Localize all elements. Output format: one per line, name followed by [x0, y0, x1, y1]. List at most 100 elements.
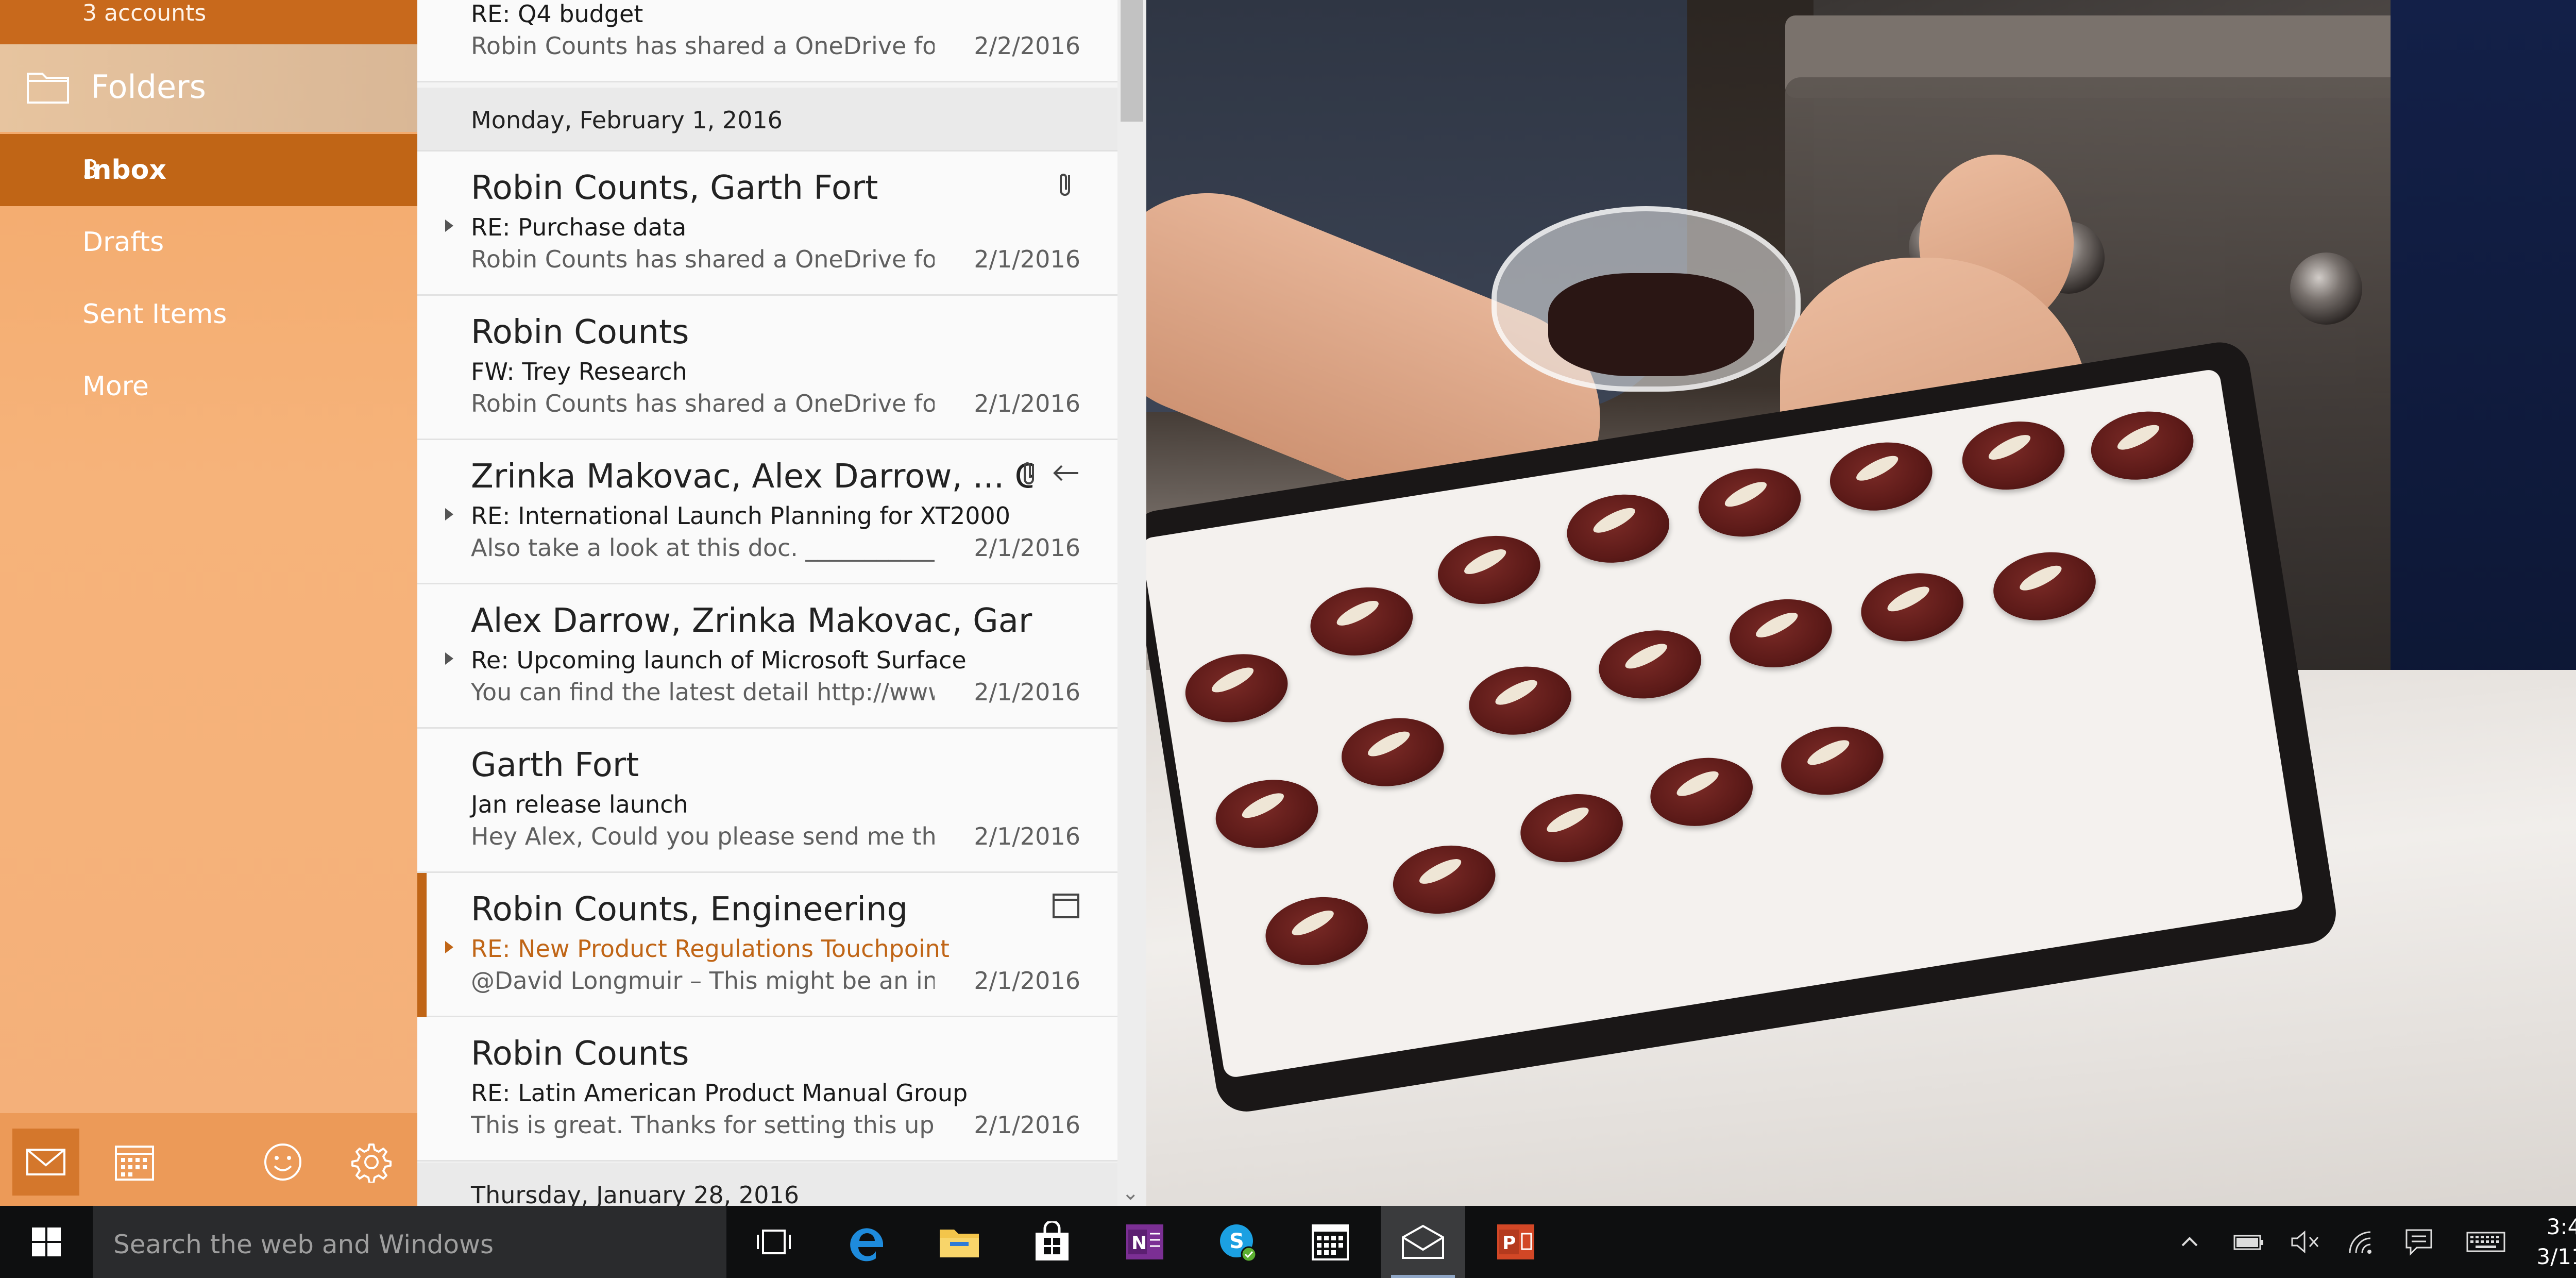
action-center-button[interactable]	[2396, 1206, 2442, 1278]
action-center-icon	[2405, 1229, 2432, 1256]
message-preview: Robin Counts has shared a OneDrive for B…	[471, 32, 935, 60]
show-hidden-icons-button[interactable]	[2169, 1206, 2210, 1278]
settings-button[interactable]	[338, 1129, 405, 1196]
nav-item-drafts[interactable]: Drafts	[0, 206, 417, 278]
chocolate-disc	[1260, 890, 1373, 972]
folder-icon	[27, 73, 69, 104]
stove-knob	[2290, 253, 2362, 325]
message-subject: RE: Purchase data	[471, 213, 687, 241]
date-group-header: Thursday, January 28, 2016	[417, 1163, 1117, 1206]
selection-indicator	[417, 873, 427, 1017]
folders-button[interactable]: Folders	[0, 44, 417, 132]
expand-thread-icon[interactable]	[445, 941, 453, 953]
chocolate-disc	[1388, 838, 1501, 921]
nav-item-sent-items[interactable]: Sent Items	[0, 278, 417, 350]
network-button[interactable]	[2339, 1206, 2385, 1278]
calendar-icon	[115, 1146, 154, 1181]
scrollbar[interactable]: ⌄	[1117, 0, 1146, 1206]
message-item[interactable]: Alex Darrow, Zrinka Makovac, Gar Re: Upc…	[417, 584, 1117, 729]
task-view-button[interactable]	[732, 1206, 816, 1278]
message-preview: Also take a look at this doc. __________…	[471, 534, 935, 562]
message-item[interactable]: Robin Counts FW: Trey Research Robin Cou…	[417, 296, 1117, 440]
message-preview: This is great. Thanks for setting this u…	[471, 1111, 935, 1139]
chocolate-disc	[1464, 659, 1577, 742]
nav-item-more[interactable]: More	[0, 350, 417, 423]
message-subject: RE: Q4 budget	[471, 0, 643, 28]
edge-button[interactable]	[824, 1206, 909, 1278]
search-box[interactable]: Search the web and Windows	[93, 1206, 726, 1278]
desktop-background-photo	[1146, 0, 2576, 1206]
message-item[interactable]: RE: Q4 budget Robin Counts has shared a …	[417, 0, 1117, 82]
chocolate-disc	[2086, 404, 2199, 487]
message-date: 2/1/2016	[974, 245, 1080, 273]
skype-button[interactable]: S	[1195, 1206, 1280, 1278]
expand-thread-icon[interactable]	[445, 652, 453, 665]
calendar-switch-button[interactable]	[101, 1129, 168, 1196]
touch-keyboard-button[interactable]	[2458, 1206, 2514, 1278]
nav-bottom-bar	[0, 1113, 417, 1206]
date-group-label: Monday, February 1, 2016	[471, 106, 783, 134]
volume-button[interactable]	[2282, 1206, 2329, 1278]
chocolate-disc	[1180, 647, 1293, 730]
store-button[interactable]	[1010, 1206, 1094, 1278]
clock-time: 3:40 PM	[2546, 1214, 2576, 1239]
expand-thread-icon[interactable]	[445, 220, 453, 232]
chocolate-disc	[1988, 545, 2101, 628]
accounts-header[interactable]: 3 accounts	[0, 0, 417, 44]
message-preview: You can find the latest detail http://ww…	[471, 678, 935, 706]
cup-contents	[1548, 273, 1754, 376]
taskbar: Search the web and Windows N S P 3:4 3/1	[0, 1206, 2576, 1278]
unread-count: 3	[82, 155, 99, 184]
message-sender: Zrinka Makovac, Alex Darrow, ... G	[471, 458, 1032, 496]
smiley-feedback-icon	[264, 1144, 301, 1181]
battery-button[interactable]	[2226, 1206, 2272, 1278]
system-clock[interactable]: 3:40 PM 3/11/201	[2535, 1212, 2576, 1272]
message-subject: FW: Trey Research	[471, 358, 687, 385]
chocolate-disc	[1957, 414, 2070, 497]
clock-date: 3/11/201	[2536, 1244, 2576, 1269]
chocolate-disc	[1336, 711, 1449, 794]
start-button[interactable]	[0, 1206, 93, 1278]
file-explorer-button[interactable]	[917, 1206, 1002, 1278]
chocolate-disc	[1515, 787, 1628, 869]
message-item[interactable]: Robin Counts RE: Latin American Product …	[417, 1017, 1117, 1162]
message-subject: RE: New Product Regulations Touchpoint	[471, 935, 950, 963]
scrollbar-thumb[interactable]	[1121, 0, 1143, 122]
windows-logo-icon	[32, 1227, 61, 1256]
message-sender: Robin Counts, Garth Fort	[471, 169, 878, 207]
calendar-app-button[interactable]	[1288, 1206, 1372, 1278]
message-item[interactable]: Garth Fort Jan release launch Hey Alex, …	[417, 729, 1117, 873]
svg-text:S: S	[1229, 1230, 1244, 1253]
mail-nav-pane: 3 accounts Folders Inbox 3 Drafts Sent I…	[0, 0, 417, 1206]
chocolate-disc	[1211, 772, 1323, 855]
svg-text:P: P	[1502, 1233, 1516, 1254]
message-item[interactable]: Robin Counts, Garth Fort RE: Purchase da…	[417, 152, 1117, 296]
message-date: 2/1/2016	[974, 1111, 1080, 1139]
mail-app-button[interactable]	[1381, 1206, 1465, 1278]
feedback-button[interactable]	[249, 1129, 316, 1196]
message-subject: RE: International Launch Planning for XT…	[471, 502, 1011, 530]
background-blue-apron	[2391, 0, 2576, 773]
mail-app-icon	[1402, 1224, 1444, 1259]
message-sender: Robin Counts	[471, 313, 689, 351]
onenote-button[interactable]: N	[1103, 1206, 1187, 1278]
chocolate-disc	[1645, 750, 1758, 833]
chevron-up-icon	[2181, 1237, 2198, 1247]
nav-item-label: Drafts	[82, 227, 164, 258]
nav-item-inbox[interactable]: Inbox 3	[0, 134, 417, 206]
chocolate-disc	[1825, 435, 1938, 518]
powerpoint-button[interactable]: P	[1473, 1206, 1558, 1278]
chocolate-disc	[1693, 461, 1806, 544]
nav-item-label: Sent Items	[82, 299, 227, 330]
folders-label: Folders	[91, 68, 206, 106]
chevron-down-icon[interactable]: ⌄	[1122, 1181, 1139, 1205]
message-item[interactable]: Robin Counts, Engineering RE: New Produc…	[417, 873, 1117, 1017]
mail-switch-button[interactable]	[12, 1129, 79, 1196]
expand-thread-icon[interactable]	[445, 508, 453, 520]
edge-icon	[850, 1228, 883, 1262]
message-preview: Hey Alex, Could you please send me the s…	[471, 822, 935, 850]
message-item[interactable]: Zrinka Makovac, Alex Darrow, ... G RE: I…	[417, 440, 1117, 584]
battery-icon	[2233, 1235, 2263, 1250]
chocolate-disc	[1433, 529, 1546, 611]
chocolate-disc	[1305, 580, 1418, 663]
